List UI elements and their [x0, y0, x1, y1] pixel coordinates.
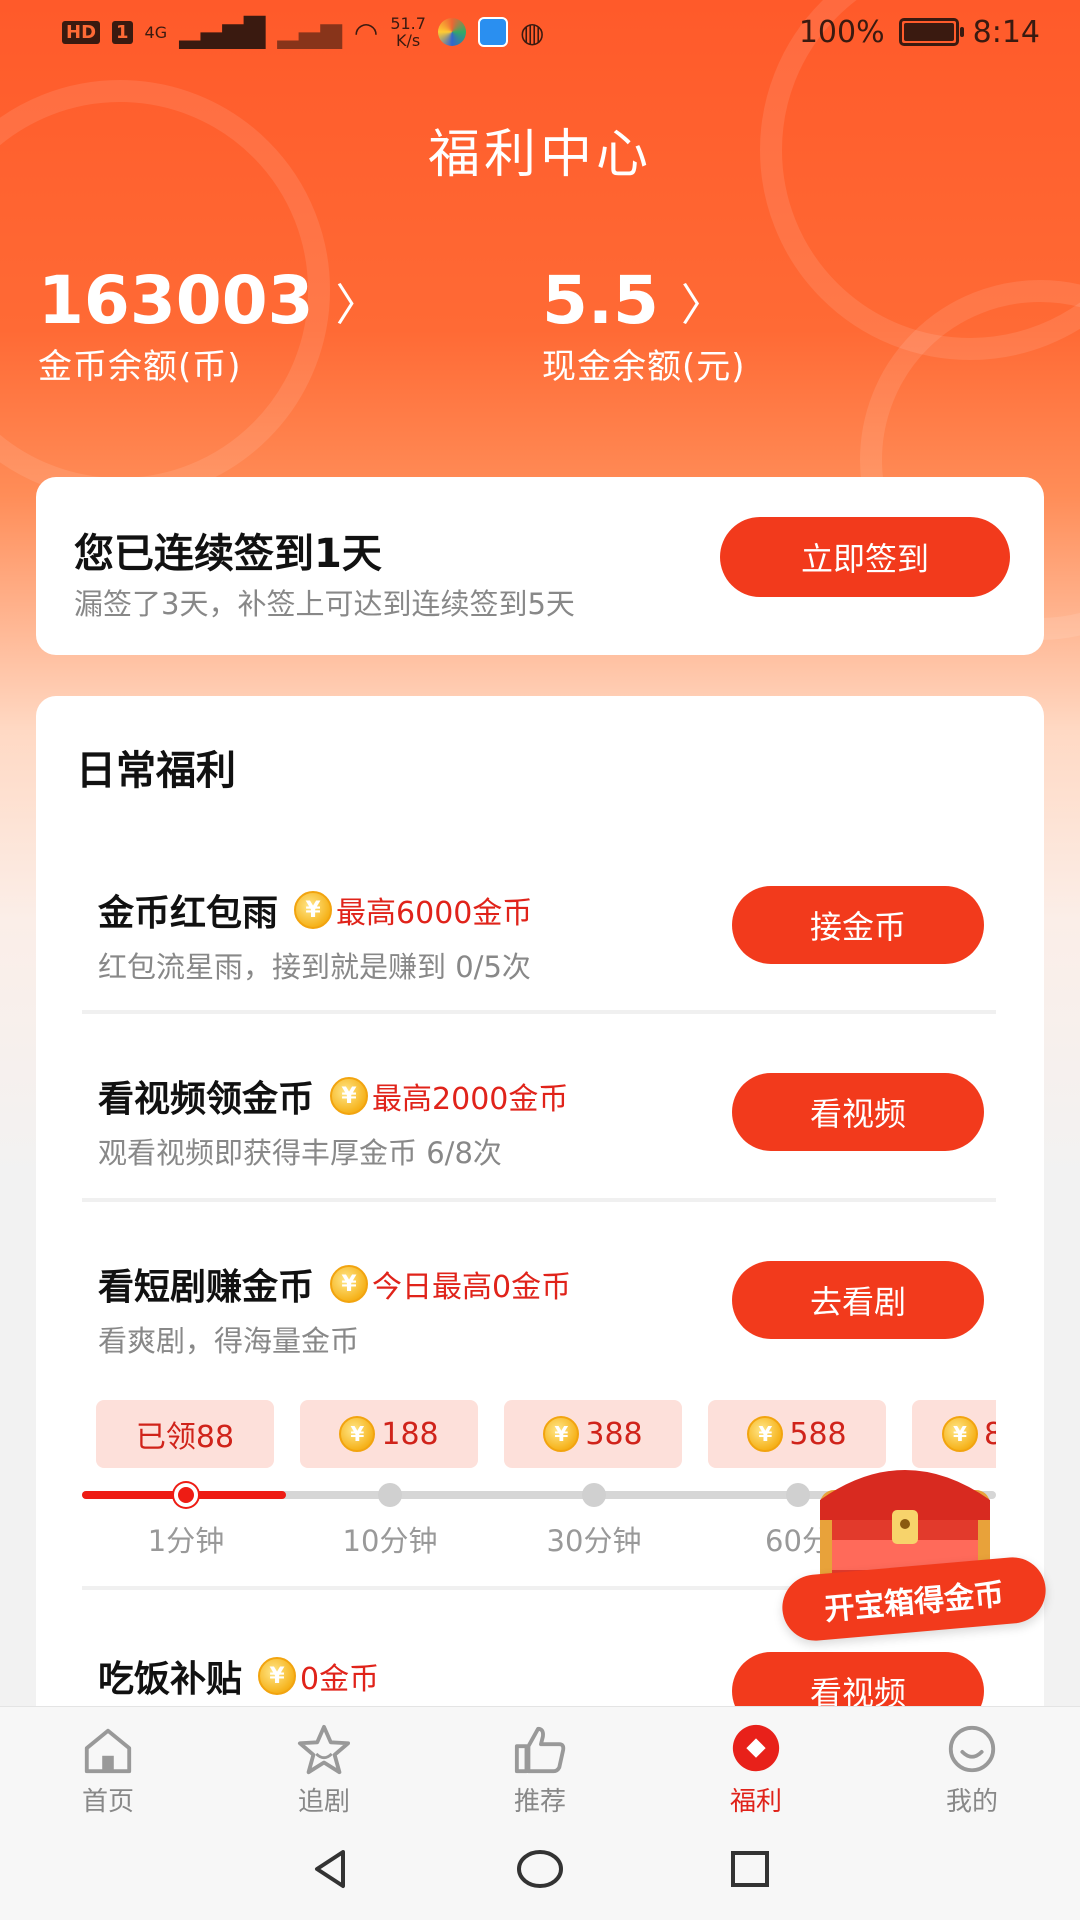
cash-balance[interactable]: 5.5 〉 现金余额(元) [542, 262, 746, 388]
progress-dot-active [174, 1483, 198, 1507]
tab-home[interactable]: 首页 [0, 1707, 216, 1818]
milestone-label: 10分钟 [342, 1524, 438, 1558]
recents-icon[interactable] [725, 1844, 775, 1894]
battery-percent: 100% [798, 14, 885, 50]
wifi-icon: ◠ [353, 15, 379, 49]
clock: 8:14 [972, 14, 1040, 50]
sim-indicator: 1 [112, 20, 133, 44]
star-icon [297, 1724, 351, 1775]
browser-notification-icon [477, 17, 508, 47]
network-type: 4G [144, 22, 168, 42]
coin-icon: ¥ [747, 1416, 784, 1452]
task-reward: 0金币 [300, 1662, 380, 1697]
app-notification-icon [437, 18, 466, 46]
smile-icon [948, 1725, 996, 1773]
back-icon[interactable] [305, 1844, 355, 1894]
battery-icon [898, 18, 964, 46]
signin-title: 您已连续签到1天 [74, 531, 382, 577]
status-bar: HD 1 4G ▂▄▆█ ▂▄▆ ◠ 51.7 K/s ◍ 100% 8:14 [0, 0, 1080, 64]
signal-2-icon: ▂▄▆ [277, 15, 342, 49]
milestone-label: 1分钟 [147, 1524, 225, 1558]
cash-balance-label: 现金余额(元) [542, 347, 746, 387]
signin-subtitle: 漏签了3天，补签上可达到连续签到5天 [74, 587, 575, 621]
progress-dot [582, 1483, 606, 1507]
coin-icon: ¥ [543, 1416, 580, 1452]
stage-reward[interactable]: ¥ 188 [300, 1400, 478, 1468]
coin-balance-value: 163003 [38, 262, 314, 339]
milestone-label: 30分钟 [546, 1524, 642, 1558]
chevron-right-icon: 〉 [680, 279, 725, 331]
tab-mine[interactable]: 我的 [864, 1707, 1080, 1818]
stage-reward[interactable]: ¥ 388 [504, 1400, 682, 1468]
wechat-icon: ◍ [519, 15, 545, 49]
coin-balance[interactable]: 163003 〉 金币余额(币) [38, 262, 380, 388]
page-title: 福利中心 [427, 125, 652, 185]
tab-recommend[interactable]: 推荐 [432, 1707, 648, 1818]
coin-icon: ¥ [339, 1416, 376, 1452]
signal-icon: ▂▄▆█ [179, 15, 266, 49]
task-name: 吃饭补贴 [98, 1659, 243, 1700]
tab-drama[interactable]: 追剧 [216, 1707, 432, 1818]
bottom-tab-bar: 首页 追剧 推荐 福利 我的 [0, 1706, 1080, 1818]
welfare-icon [732, 1724, 780, 1772]
coin-icon: ¥ [258, 1657, 297, 1695]
signin-button[interactable]: 立即签到 [720, 517, 1010, 597]
network-speed: 51.7 K/s [390, 14, 426, 50]
cash-balance-value: 5.5 [542, 262, 659, 339]
thumbs-up-icon [514, 1726, 566, 1774]
chevron-right-icon: 〉 [335, 279, 380, 331]
progress-dot [378, 1483, 402, 1507]
stage-claimed[interactable]: 已领88 [96, 1400, 274, 1468]
signin-card: 您已连续签到1天 漏签了3天，补签上可达到连续签到5天 立即签到 [36, 477, 1044, 655]
home-circle-icon[interactable] [515, 1844, 565, 1894]
home-icon [84, 1728, 132, 1774]
system-nav-bar [0, 1818, 1080, 1920]
coin-balance-label: 金币余额(币) [38, 347, 242, 387]
tab-welfare[interactable]: 福利 [648, 1707, 864, 1818]
hd-indicator: HD [62, 20, 101, 44]
